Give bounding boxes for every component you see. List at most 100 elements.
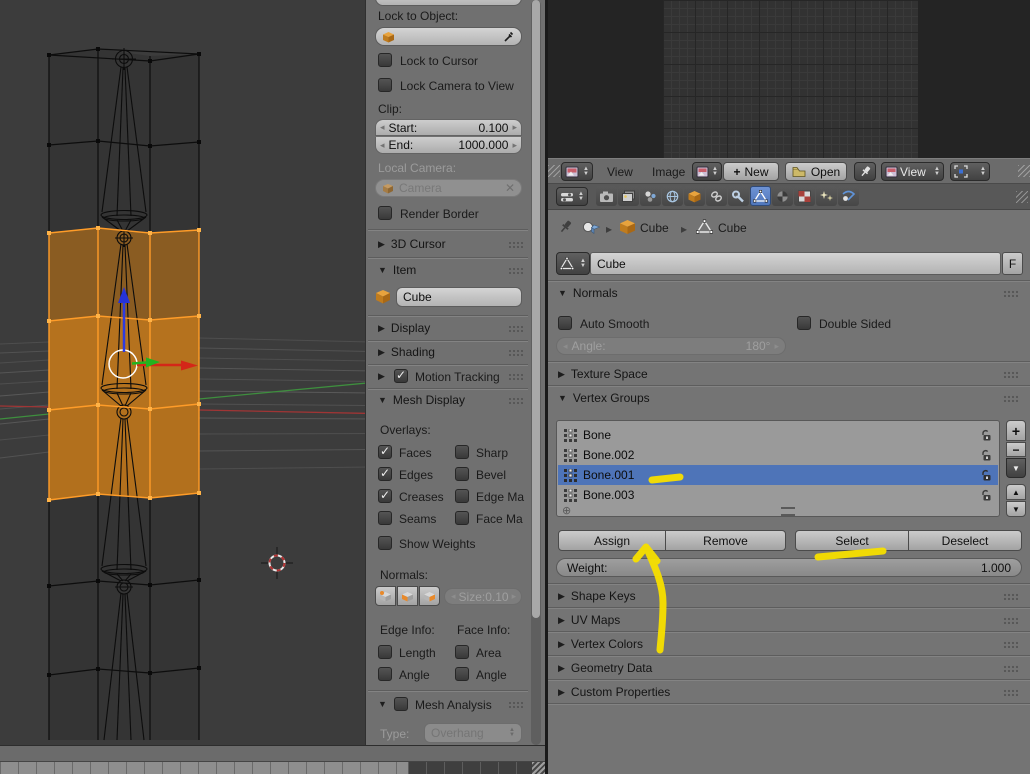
show-weights-checkbox[interactable] — [378, 536, 392, 550]
tab-object-data[interactable] — [750, 186, 771, 206]
panel-header-vertex-groups[interactable]: ▼ Vertex Groups — [558, 390, 650, 406]
stepper-left-icon[interactable]: ◂ — [380, 122, 385, 133]
tab-object[interactable] — [684, 186, 705, 206]
panel-header-texture-space[interactable]: ▶ Texture Space — [558, 366, 648, 382]
panel-header-custom-properties[interactable]: ▶ Custom Properties — [558, 684, 670, 700]
panel-header-shading[interactable]: ▶ Shading — [378, 344, 435, 360]
panel-drag-grip[interactable] — [1003, 395, 1018, 402]
area-corner-grip[interactable] — [1018, 165, 1030, 177]
panel-header-item[interactable]: ▼ Item — [378, 262, 416, 278]
face-normals-toggle[interactable] — [419, 586, 440, 606]
clip-start-field[interactable]: ◂ Start: 0.100 ▸ — [375, 119, 522, 136]
panel-drag-grip[interactable] — [508, 349, 523, 356]
area-corner-grip[interactable] — [1016, 191, 1028, 203]
remove-button[interactable]: Remove — [666, 530, 786, 551]
fake-user-button[interactable]: F — [1002, 252, 1023, 275]
clip-end-field[interactable]: ◂ End: 1000.000 ▸ — [375, 137, 522, 154]
datablock-name-field[interactable]: Cube — [590, 252, 1001, 275]
double-sided-checkbox[interactable] — [797, 316, 811, 330]
creases-checkbox[interactable] — [378, 489, 392, 503]
viewport-header-band[interactable] — [0, 745, 545, 762]
pin-image-button[interactable] — [854, 162, 876, 181]
n-panel-scrollbar-handle[interactable] — [532, 0, 540, 618]
motion-tracking-checkbox[interactable] — [394, 369, 408, 383]
unlock-icon[interactable] — [980, 429, 992, 442]
normals-size-field[interactable]: ◂ Size: 0.10 ▸ — [444, 588, 522, 605]
panel-header-vertex-colors[interactable]: ▶ Vertex Colors — [558, 636, 643, 652]
menu-image[interactable]: Image — [652, 165, 685, 179]
local-camera-field[interactable]: Camera ✕ — [375, 179, 522, 197]
panel-drag-grip[interactable] — [1003, 617, 1018, 624]
panel-header-3d-cursor[interactable]: ▶ 3D Cursor — [378, 236, 446, 252]
assign-button[interactable]: Assign — [558, 530, 666, 551]
auto-smooth-angle-slider[interactable]: ◂ Angle: 180° ▸ — [556, 337, 786, 355]
image-datablock-browse[interactable]: ▲▼ — [692, 162, 722, 181]
unlock-icon[interactable] — [980, 469, 992, 482]
move-group-up-button[interactable]: ▲ — [1006, 484, 1026, 500]
clear-x-icon[interactable]: ✕ — [505, 181, 515, 195]
bevel-checkbox[interactable] — [455, 467, 469, 481]
timeline-strip[interactable] — [0, 762, 545, 774]
tab-material[interactable] — [772, 186, 793, 206]
clipped-field-top[interactable] — [375, 0, 522, 6]
panel-header-mesh-display[interactable]: ▼ Mesh Display — [378, 392, 465, 408]
vertex-groups-list[interactable]: Bone Bone.002 Bone.001 Bone.003 ⊕ — [556, 420, 1000, 517]
move-group-down-button[interactable]: ▼ — [1006, 501, 1026, 517]
breadcrumb-data-name[interactable]: Cube — [718, 221, 747, 235]
tab-world[interactable] — [662, 186, 683, 206]
tab-scene[interactable] — [640, 186, 661, 206]
render-border-checkbox[interactable] — [378, 206, 392, 220]
lock-object-field[interactable] — [375, 27, 522, 46]
select-button[interactable]: Select — [795, 530, 909, 551]
area-checkbox[interactable] — [455, 645, 469, 659]
stepper-right-icon[interactable]: ▸ — [512, 591, 517, 602]
list-item-bone-003[interactable]: Bone.003 — [558, 485, 998, 505]
panel-header-motion-tracking[interactable]: ▶ — [378, 368, 385, 384]
editor-type-button[interactable]: ▲▼ — [556, 187, 588, 206]
mesh-analysis-checkbox[interactable] — [394, 697, 408, 711]
length-checkbox[interactable] — [378, 645, 392, 659]
list-resize-handle-icon[interactable] — [781, 507, 795, 516]
tab-render-layers[interactable] — [618, 186, 639, 206]
list-item-bone[interactable]: Bone — [558, 425, 998, 445]
pin-icon[interactable] — [558, 218, 573, 235]
tab-render[interactable] — [596, 186, 617, 206]
area-resize-grip[interactable] — [532, 762, 545, 774]
remove-vertex-group-button[interactable]: − — [1006, 442, 1026, 457]
mesh-datablock-browse[interactable]: ▲▼ — [556, 252, 590, 275]
deselect-button[interactable]: Deselect — [909, 530, 1022, 551]
tab-modifiers[interactable] — [728, 186, 749, 206]
face-angle-checkbox[interactable] — [455, 667, 469, 681]
item-name-field[interactable]: Cube — [396, 287, 522, 307]
panel-header-shape-keys[interactable]: ▶ Shape Keys — [558, 588, 636, 604]
unlock-icon[interactable] — [980, 489, 992, 502]
add-vertex-group-button[interactable]: + — [1006, 420, 1026, 441]
auto-smooth-checkbox[interactable] — [558, 316, 572, 330]
edges-checkbox[interactable] — [378, 467, 392, 481]
area-corner-grip[interactable] — [548, 165, 560, 177]
eyedropper-icon[interactable] — [503, 30, 515, 43]
stepper-left-icon[interactable]: ◂ — [380, 140, 385, 151]
unlock-icon[interactable] — [980, 449, 992, 462]
panel-drag-grip[interactable] — [1003, 371, 1018, 378]
panel-drag-grip[interactable] — [508, 241, 523, 248]
faces-checkbox[interactable] — [378, 445, 392, 459]
lock-to-cursor-checkbox[interactable] — [378, 53, 392, 67]
seams-checkbox[interactable] — [378, 511, 392, 525]
display-channels-dropdown[interactable]: View ▲▼ — [881, 162, 944, 181]
panel-drag-grip[interactable] — [508, 325, 523, 332]
tab-particles[interactable] — [816, 186, 837, 206]
timeline-range-dark[interactable] — [408, 762, 532, 774]
new-image-button[interactable]: + New — [723, 162, 779, 181]
tab-physics[interactable] — [838, 186, 859, 206]
vertex-normals-toggle[interactable] — [375, 586, 396, 606]
panel-drag-grip[interactable] — [1003, 290, 1018, 297]
tab-texture[interactable] — [794, 186, 815, 206]
panel-drag-grip[interactable] — [1003, 665, 1018, 672]
stepper-left-icon[interactable]: ◂ — [451, 591, 456, 602]
panel-header-uv-maps[interactable]: ▶ UV Maps — [558, 612, 620, 628]
panel-header-normals[interactable]: ▼ Normals — [558, 285, 618, 301]
panel-drag-grip[interactable] — [1003, 593, 1018, 600]
tab-constraints[interactable] — [706, 186, 727, 206]
panel-header-display[interactable]: ▶ Display — [378, 320, 430, 336]
